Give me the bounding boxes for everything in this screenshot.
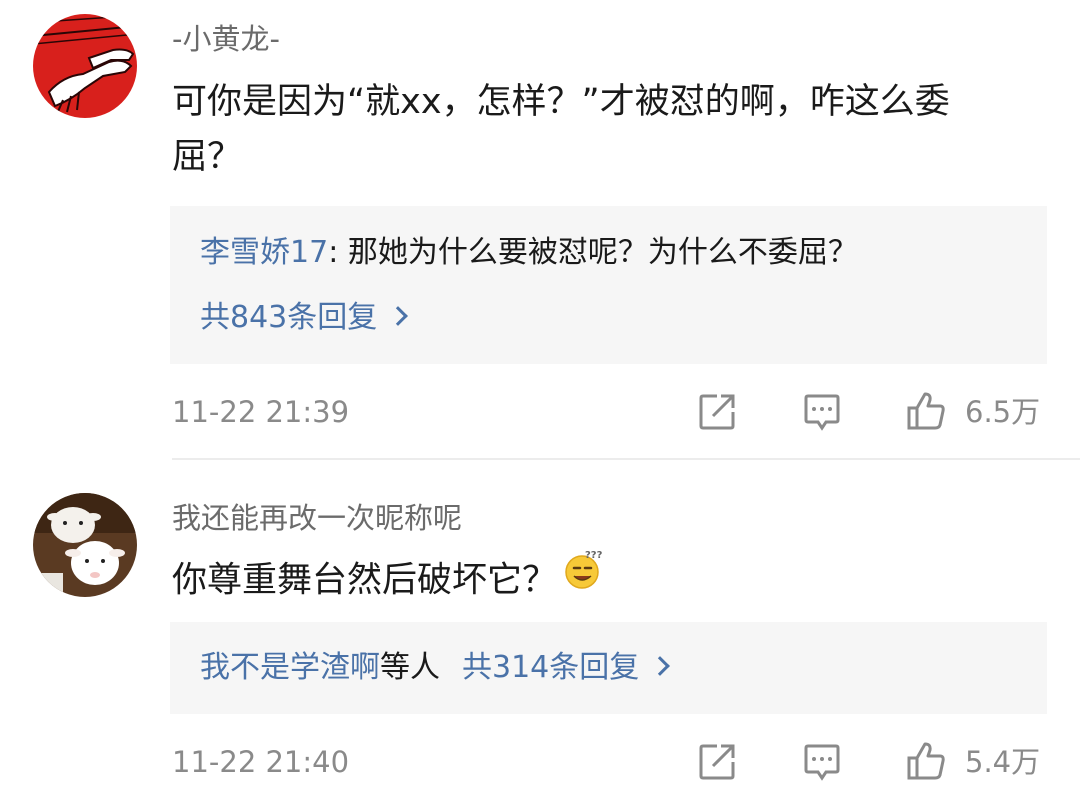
view-more-replies-link[interactable]: 共843条回复 xyxy=(200,298,409,338)
dizzy-smile-emoji: ??? xyxy=(561,548,603,607)
comment-text-line: 你尊重舞台然后破坏它？ xyxy=(172,560,558,601)
reply-preview[interactable]: 我不是学渣啊等人 共314条回复 xyxy=(170,622,1047,714)
reply-preview-line: 我不是学渣啊等人 共314条回复 xyxy=(200,648,671,688)
like-count: 5.4万 xyxy=(965,745,1041,779)
comment-card: 我还能再改一次昵称呢 你尊重舞台然后破坏它？ ??? 我不是学渣啊等人 共314条… xyxy=(0,460,1080,800)
share-icon[interactable] xyxy=(697,742,737,782)
comment-username[interactable]: -小黄龙- xyxy=(172,19,280,59)
comment-icon[interactable] xyxy=(802,392,842,432)
reply-others: 等人 xyxy=(380,650,440,685)
more-replies-label: 共843条回复 xyxy=(200,300,378,335)
comment-text: 你尊重舞台然后破坏它？ ??? xyxy=(172,550,1052,611)
like-count: 6.5万 xyxy=(965,395,1041,429)
avatar[interactable] xyxy=(33,14,137,118)
comment-text: 可你是因为“就xx，怎样？”才被怼的啊，咋这么委 屈？ xyxy=(172,75,1052,185)
thumbs-up-icon[interactable] xyxy=(905,390,945,430)
comment-username[interactable]: 我还能再改一次昵称呢 xyxy=(172,498,462,538)
comment-timestamp: 11-22 21:40 xyxy=(172,745,350,779)
comment-text-line: 屈？ xyxy=(172,137,243,177)
view-more-replies-link[interactable]: 共314条回复 xyxy=(462,650,671,685)
more-replies-label: 共314条回复 xyxy=(462,650,640,685)
chevron-right-icon xyxy=(650,656,671,676)
reply-username[interactable]: 我不是学渣啊 xyxy=(200,650,380,685)
reply-separator: : xyxy=(328,235,348,270)
comment-card: -小黄龙- 可你是因为“就xx，怎样？”才被怼的啊，咋这么委 屈？ 李雪娇17:… xyxy=(0,0,1080,460)
chevron-right-icon xyxy=(388,306,409,326)
thumbs-up-icon[interactable] xyxy=(905,740,945,780)
reply-preview[interactable]: 李雪娇17: 那她为什么要被怼呢？为什么不委屈？ 共843条回复 xyxy=(170,206,1047,364)
share-icon[interactable] xyxy=(697,392,737,432)
avatar[interactable] xyxy=(33,493,137,597)
reply-text: 那她为什么要被怼呢？为什么不委屈？ xyxy=(347,235,858,270)
comment-text-line: 可你是因为“就xx，怎样？”才被怼的啊，咋这么委 xyxy=(172,82,950,122)
reply-username[interactable]: 李雪娇17 xyxy=(200,235,328,270)
comment-icon[interactable] xyxy=(802,742,842,782)
svg-text:???: ??? xyxy=(585,550,603,561)
comment-timestamp: 11-22 21:39 xyxy=(172,395,350,429)
reply-preview-line: 李雪娇17: 那她为什么要被怼呢？为什么不委屈？ xyxy=(200,233,858,273)
